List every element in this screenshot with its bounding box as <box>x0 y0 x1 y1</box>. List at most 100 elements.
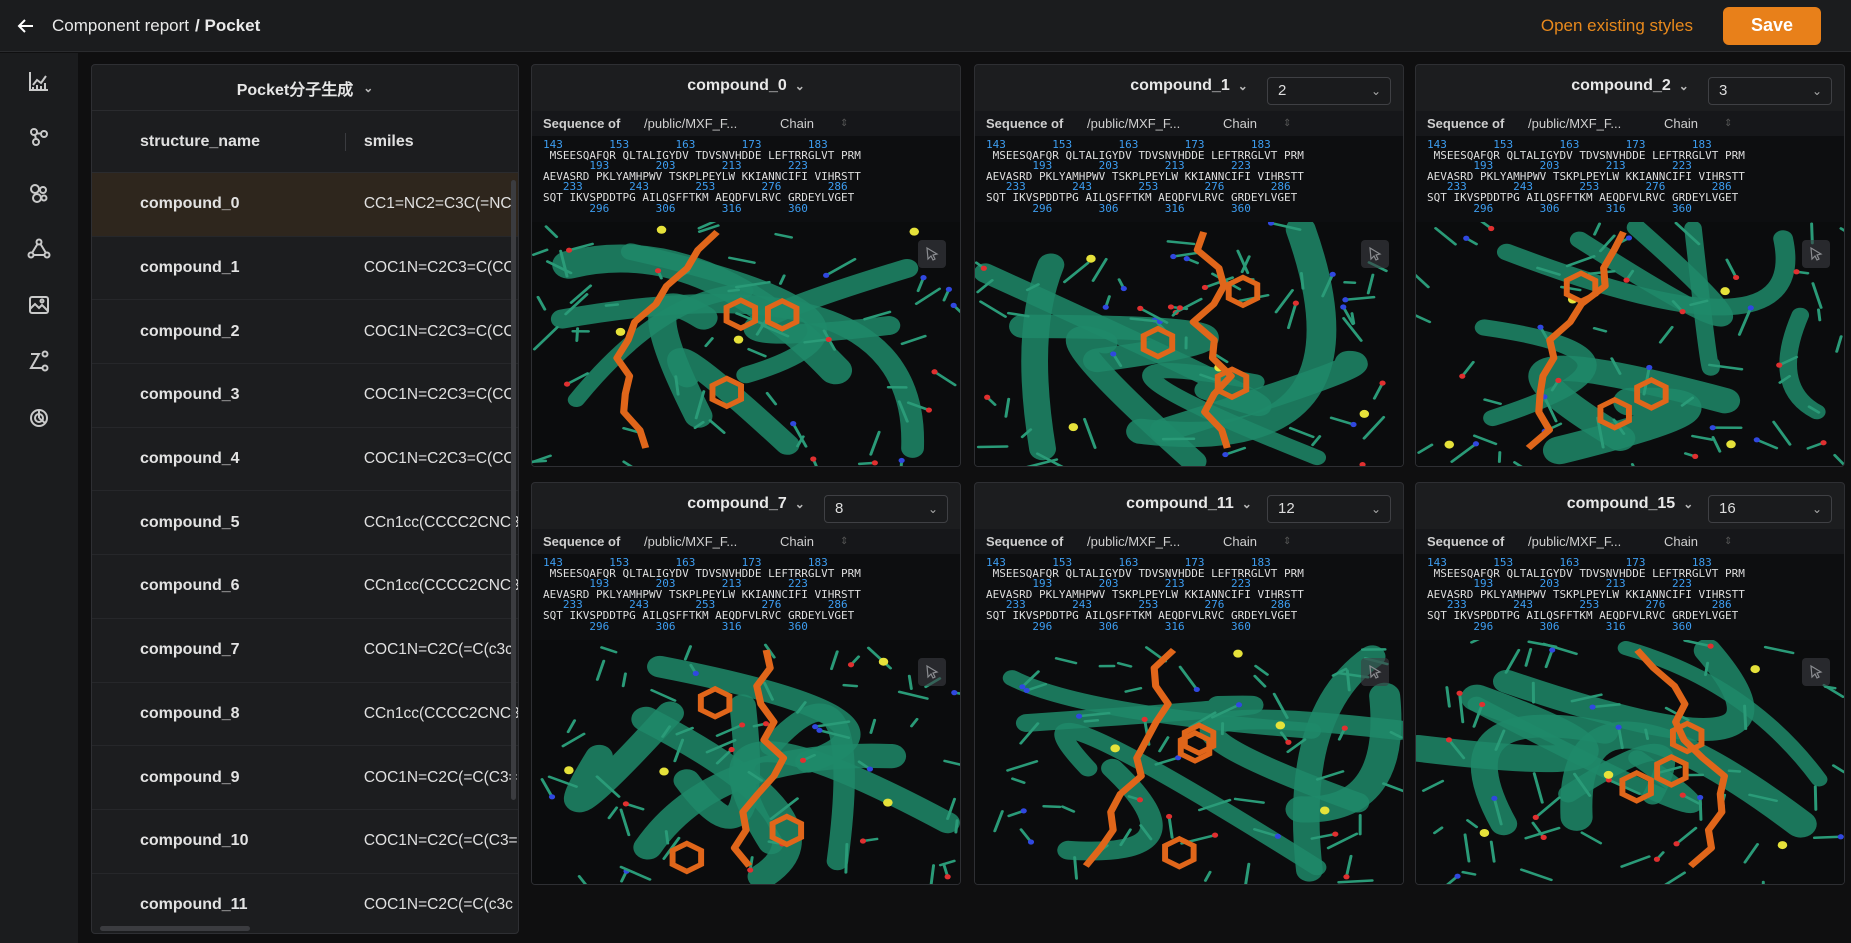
cell-structure-name: compound_1 <box>140 259 240 277</box>
viewer-title: compound_7 <box>687 495 787 512</box>
table-row[interactable]: compound_1 COC1N=C2C3=C(CC <box>92 237 518 301</box>
sequence-path-select[interactable]: /public/MXF_F... <box>644 116 780 131</box>
sequence-label: Sequence of <box>986 534 1064 549</box>
molecule-3d-canvas[interactable] <box>975 222 1403 466</box>
viewer-model-value: 2 <box>1278 82 1287 99</box>
table-row[interactable]: compound_8 CCn1cc(CCCC2CNC3= <box>92 683 518 747</box>
viewer-compound-dropdown[interactable]: compound_0 ⌄ <box>532 77 960 95</box>
chain-select[interactable]: Chain <box>1223 534 1283 549</box>
cell-smiles: COC1N=C2C(=C(c3c <box>363 641 513 659</box>
chain-select-handle-icon: ⇕ <box>1283 118 1292 129</box>
molecule-3d-canvas[interactable] <box>532 640 960 884</box>
cell-smiles: COC1N=C2C3=C(CC <box>363 386 515 404</box>
save-button[interactable]: Save <box>1723 6 1821 45</box>
viewer-model-value: 12 <box>1278 500 1295 517</box>
molecule-3d-canvas[interactable] <box>1416 222 1844 466</box>
sequence-numbers: 296 306 316 360 <box>986 201 1251 215</box>
line-chart-icon[interactable] <box>26 68 52 94</box>
sequence-view[interactable]: 143 153 163 173 183 MSEESQAFQR QLTALIGYD… <box>975 136 1403 222</box>
sequence-view[interactable]: 143 153 163 173 183 MSEESQAFQR QLTALIGYD… <box>532 554 960 640</box>
pointer-mode-icon[interactable] <box>1361 240 1389 268</box>
sequence-toolbar: Sequence of /public/MXF_F... Chain ⇕ <box>975 529 1403 554</box>
molecule-viewer-panel: compound_0 ⌄ Sequence of /public/MXF_F...… <box>531 64 961 467</box>
page-title: Component report <box>52 15 190 35</box>
chevron-down-icon: ⌄ <box>1237 79 1248 93</box>
pointer-mode-icon[interactable] <box>1802 240 1830 268</box>
molecule-3d-canvas[interactable] <box>975 640 1403 884</box>
table-row[interactable]: compound_2 COC1N=C2C3=C(CC <box>92 300 518 365</box>
sequence-numbers: 296 306 316 360 <box>1427 201 1692 215</box>
sequence-view[interactable]: 143 153 163 173 183 MSEESQAFQR QLTALIGYD… <box>532 136 960 222</box>
back-arrow-icon[interactable] <box>0 0 52 52</box>
viewer-model-select[interactable]: 12 ⌄ <box>1267 495 1391 523</box>
open-existing-styles-link[interactable]: Open existing styles <box>1541 16 1693 36</box>
table-row[interactable]: compound_5 CCn1cc(CCCC2CNC3= <box>92 491 518 556</box>
image-icon[interactable] <box>26 292 52 318</box>
sidebar <box>0 53 78 943</box>
molecule-viewer-panel: compound_7 ⌄ 8 ⌄ Sequence of /public/MXF_F… <box>531 482 961 885</box>
chain-select-handle-icon: ⇕ <box>1724 536 1733 547</box>
sequence-toolbar: Sequence of /public/MXF_F... Chain ⇕ <box>532 529 960 554</box>
sequence-path-select[interactable]: /public/MXF_F... <box>1087 534 1223 549</box>
sequence-view[interactable]: 143 153 163 173 183 MSEESQAFQR QLTALIGYD… <box>1416 136 1844 222</box>
molecule-viewer-panel: compound_2 ⌄ 3 ⌄ Sequence of /public/MXF_F… <box>1415 64 1845 467</box>
viewer-model-select[interactable]: 2 ⌄ <box>1267 77 1391 105</box>
sequence-toolbar: Sequence of /public/MXF_F... Chain ⇕ <box>1416 529 1844 554</box>
chain-select-handle-icon: ⇕ <box>1724 118 1733 129</box>
viewer-title: compound_15 <box>1566 495 1676 512</box>
column-header-structure-name[interactable]: structure_name <box>92 132 346 151</box>
chevron-down-icon: ⌄ <box>794 79 805 93</box>
cell-smiles: COC1N=C2C3=C(CC <box>363 322 515 340</box>
flow-icon[interactable] <box>26 348 52 374</box>
chevron-down-icon: ⌄ <box>1370 84 1381 98</box>
column-header-smiles[interactable]: smiles <box>346 133 518 151</box>
pointer-mode-icon[interactable] <box>1361 658 1389 686</box>
chevron-down-icon: ⌄ <box>1811 84 1822 98</box>
viewer-model-select[interactable]: 8 ⌄ <box>824 495 948 523</box>
chain-select[interactable]: Chain <box>1664 534 1724 549</box>
molecule-3d-canvas[interactable] <box>532 222 960 466</box>
viewer-model-select[interactable]: 16 ⌄ <box>1708 495 1832 523</box>
chevron-down-icon: ⌄ <box>1241 497 1252 511</box>
sequence-path-select[interactable]: /public/MXF_F... <box>644 534 780 549</box>
pie-chart-icon[interactable] <box>26 404 52 430</box>
chevron-down-icon: ⌄ <box>363 80 374 95</box>
pointer-mode-icon[interactable] <box>918 658 946 686</box>
sequence-label: Sequence of <box>543 116 621 131</box>
table-row[interactable]: compound_0 CC1=NC2=C3C(=NC <box>92 173 518 237</box>
chain-select[interactable]: Chain <box>1664 116 1724 131</box>
table-row[interactable]: compound_3 COC1N=C2C3=C(CC <box>92 364 518 428</box>
molecule-3d-canvas[interactable] <box>1416 640 1844 884</box>
viewer-model-select[interactable]: 3 ⌄ <box>1708 77 1832 105</box>
chain-select[interactable]: Chain <box>780 116 840 131</box>
table-row[interactable]: compound_4 COC1N=C2C3=C(CC <box>92 428 518 492</box>
chevron-down-icon: ⌄ <box>1678 79 1689 93</box>
chain-select[interactable]: Chain <box>1223 116 1283 131</box>
network-icon[interactable] <box>26 236 52 262</box>
sequence-path-select[interactable]: /public/MXF_F... <box>1087 116 1223 131</box>
sequence-label: Sequence of <box>543 534 621 549</box>
sequence-label: Sequence of <box>986 116 1064 131</box>
cell-structure-name: compound_9 <box>140 768 240 786</box>
cell-smiles: CCn1cc(CCCC2CNC3= <box>363 577 518 595</box>
table-dropdown[interactable]: Pocket分子生成 ⌄ <box>92 65 518 111</box>
sequence-path-select[interactable]: /public/MXF_F... <box>1528 116 1664 131</box>
table-row[interactable]: compound_11 COC1N=C2C(=C(c3c <box>92 874 518 933</box>
chain-select-handle-icon: ⇕ <box>1283 536 1292 547</box>
sequence-view[interactable]: 143 153 163 173 183 MSEESQAFQR QLTALIGYD… <box>1416 554 1844 640</box>
sequence-view[interactable]: 143 153 163 173 183 MSEESQAFQR QLTALIGYD… <box>975 554 1403 640</box>
cluster-icon[interactable] <box>26 180 52 206</box>
table-row[interactable]: compound_6 CCn1cc(CCCC2CNC3= <box>92 555 518 619</box>
cell-smiles: COC1N=C2C(=C(C3= <box>363 768 518 786</box>
molecule-icon[interactable] <box>26 124 52 150</box>
vertical-scrollbar[interactable] <box>511 180 516 800</box>
table-row[interactable]: compound_10 COC1N=C2C(=C(C3= <box>92 810 518 874</box>
horizontal-scrollbar[interactable] <box>100 926 250 931</box>
table-row[interactable]: compound_9 COC1N=C2C(=C(C3= <box>92 746 518 810</box>
table-row[interactable]: compound_7 COC1N=C2C(=C(c3c <box>92 619 518 683</box>
pointer-mode-icon[interactable] <box>918 240 946 268</box>
chain-select[interactable]: Chain <box>780 534 840 549</box>
pointer-mode-icon[interactable] <box>1802 658 1830 686</box>
viewer-model-value: 16 <box>1719 500 1736 517</box>
sequence-path-select[interactable]: /public/MXF_F... <box>1528 534 1664 549</box>
